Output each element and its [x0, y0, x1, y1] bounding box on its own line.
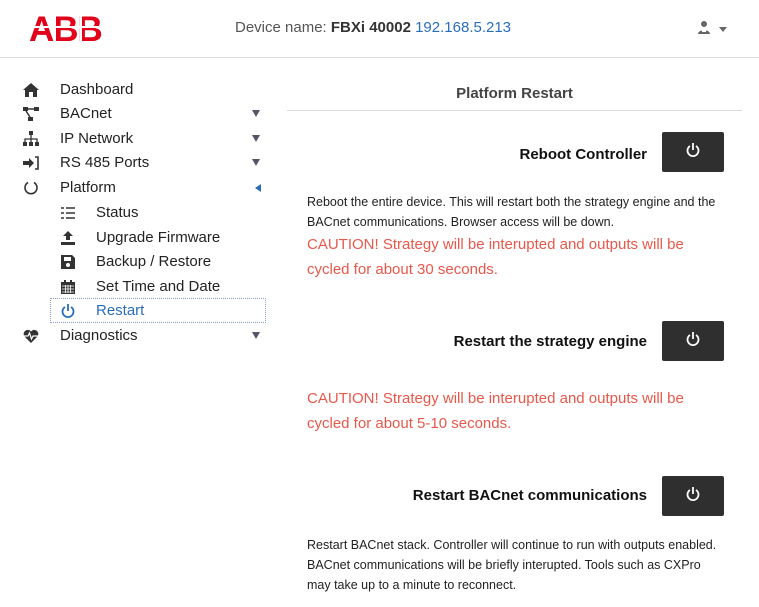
floppy-icon	[59, 253, 77, 271]
device-name: FBXi 40002	[330, 19, 411, 36]
device-ip: 192.168.5.213	[415, 19, 512, 36]
sidebar-item-label: Dashboard	[60, 81, 134, 98]
device-name-prefix: Device name:	[235, 19, 331, 36]
circle-notch-icon	[22, 179, 40, 197]
power-icon	[686, 142, 700, 162]
sidebar-item-platform[interactable]: Platform	[0, 175, 275, 200]
sidebar-item-dashboard[interactable]: Dashboard	[0, 77, 275, 102]
chevron-left-icon	[255, 183, 261, 192]
upload-icon	[59, 229, 77, 247]
sidebar-nav: Dashboard BACnet IP Network RS 485 Ports…	[0, 58, 280, 607]
power-icon	[686, 486, 700, 506]
reboot-controller-caution: CAUTION! Strategy will be interupted and…	[307, 236, 684, 278]
sidebar-item-diagnostics[interactable]: Diagnostics	[0, 323, 275, 348]
sidebar-item-label: Upgrade Firmware	[96, 229, 221, 246]
power-icon	[686, 331, 700, 351]
device-info: Device name: FBXi 40002 192.168.5.213	[235, 19, 511, 36]
sidebar-subitem-status[interactable]: Status	[0, 200, 275, 225]
user-menu[interactable]	[697, 20, 727, 39]
page-title: Platform Restart	[287, 85, 742, 111]
chevron-down-icon	[252, 110, 260, 117]
sidebar-item-label: BACnet	[60, 105, 112, 122]
reboot-controller-description: Reboot the entire device. This will rest…	[307, 195, 716, 229]
chevron-down-icon	[252, 135, 260, 142]
list-icon	[59, 204, 77, 222]
power-icon	[59, 302, 77, 320]
sidebar-item-label: Set Time and Date	[96, 278, 221, 295]
sitemap-icon	[22, 130, 40, 148]
top-header: ABB Device name: FBXi 40002 192.168.5.21…	[0, 0, 759, 58]
sidebar-item-rs485-ports[interactable]: RS 485 Ports	[0, 150, 275, 175]
reboot-controller-label: Reboot Controller	[519, 146, 648, 163]
restart-strategy-caution: CAUTION! Strategy will be interupted and…	[307, 390, 684, 432]
sidebar-item-label: Backup / Restore	[96, 253, 212, 270]
restart-bacnet-button[interactable]	[662, 476, 724, 516]
chevron-down-icon	[252, 332, 260, 339]
reboot-controller-button[interactable]	[662, 132, 724, 172]
restart-strategy-label: Restart the strategy engine	[453, 333, 647, 350]
sidebar-item-bacnet[interactable]: BACnet	[0, 101, 275, 126]
abb-logo[interactable]: ABB	[29, 10, 109, 49]
sidebar-item-label: Status	[96, 204, 139, 221]
home-icon	[22, 81, 40, 99]
sidebar-item-label: Restart	[96, 302, 145, 319]
restart-bacnet-label: Restart BACnet communications	[412, 487, 647, 504]
user-icon	[697, 20, 711, 39]
calendar-icon	[59, 278, 77, 296]
chevron-down-icon	[252, 159, 260, 166]
main-content: Platform Restart Reboot Controller Reboo…	[287, 58, 742, 607]
sidebar-item-label: IP Network	[60, 130, 134, 147]
sidebar-subitem-upgrade-firmware[interactable]: Upgrade Firmware	[0, 225, 275, 250]
sign-in-icon	[22, 154, 40, 172]
restart-strategy-button[interactable]	[662, 321, 724, 361]
chevron-down-icon	[719, 27, 727, 32]
sidebar-item-ip-network[interactable]: IP Network	[0, 126, 275, 151]
heartbeat-icon	[22, 327, 40, 345]
sidebar-item-label: RS 485 Ports	[60, 154, 150, 171]
sidebar-subitem-set-time-date[interactable]: Set Time and Date	[0, 274, 275, 299]
sidebar-subitem-backup-restore[interactable]: Backup / Restore	[0, 249, 275, 274]
network-tree-icon	[22, 105, 40, 123]
restart-bacnet-description: Restart BACnet stack. Controller will co…	[307, 538, 717, 592]
sidebar-item-label: Diagnostics	[60, 327, 138, 344]
sidebar-item-label: Platform	[60, 179, 116, 196]
sidebar-subitem-restart[interactable]: Restart	[50, 298, 266, 323]
